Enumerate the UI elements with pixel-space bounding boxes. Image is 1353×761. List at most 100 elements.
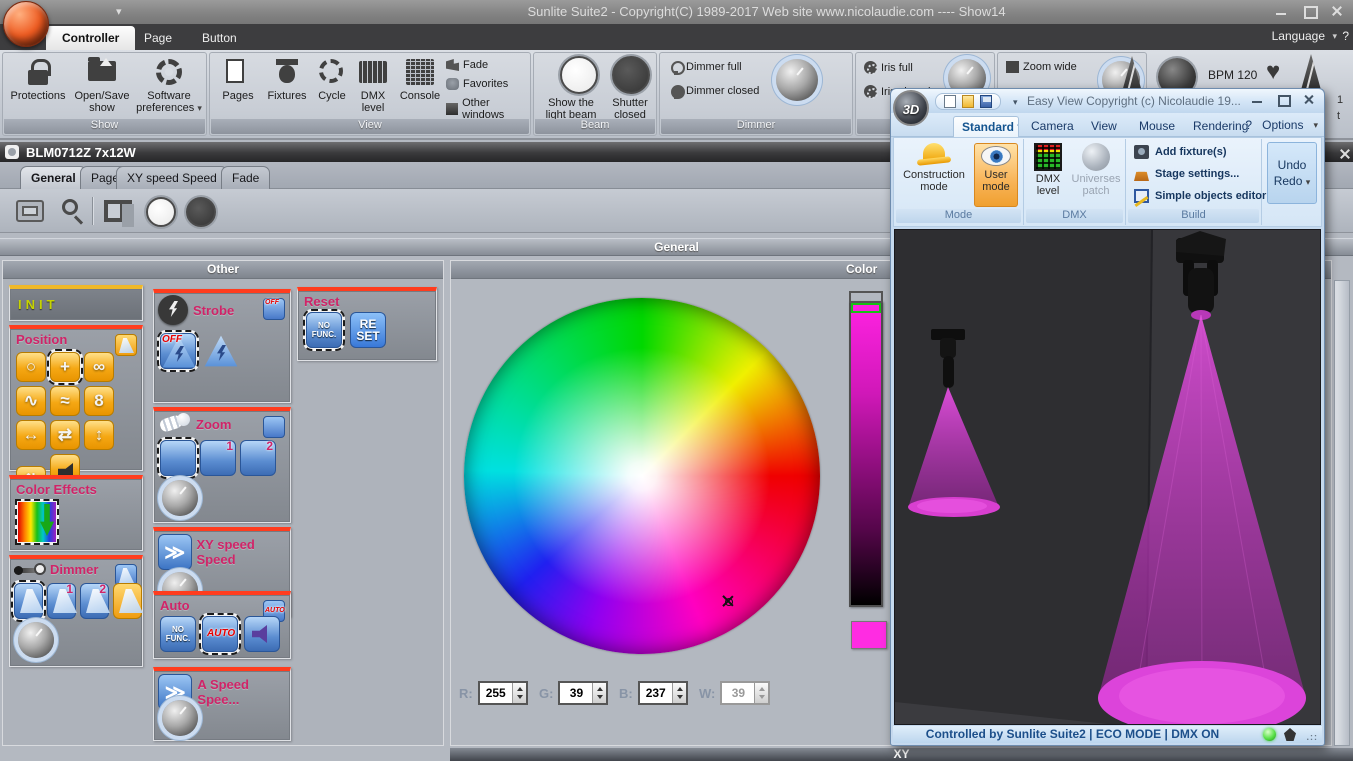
stage-settings-button[interactable]: Stage settings... [1134,167,1239,181]
auto-no-func-button[interactable]: NO FUNC. [160,616,196,652]
reset-no-func-button[interactable]: NO FUNC. [303,309,345,351]
strobe-on-button[interactable] [204,335,238,367]
open-folder-icon[interactable] [962,95,974,108]
zoom-section-knob[interactable] [162,480,198,516]
color-wheel[interactable] [464,298,820,654]
open-save-show-button[interactable]: Open/Save show [71,56,133,114]
show-light-beam-button[interactable] [560,56,598,94]
red-stepper[interactable] [511,683,526,703]
resize-grip[interactable]: .:: [1307,729,1319,745]
ev-dmx-level-button[interactable]: DMX level [1028,143,1068,197]
fixtures-button[interactable]: Fixtures [262,56,312,102]
fade-button[interactable]: Fade [446,59,488,71]
ev-tab-camera[interactable]: Camera [1023,116,1082,137]
dimmer-full-button[interactable]: Dimmer full [670,61,742,75]
dimmer-closed-button[interactable]: Dimmer closed [670,85,759,99]
cycle-button[interactable]: Cycle [312,56,352,102]
shutter-closed-button[interactable] [612,56,650,94]
software-preferences-button[interactable]: Software preferences ▾ [135,56,203,114]
help-button[interactable]: ? [1342,29,1349,43]
easy-view-titlebar[interactable]: ▾ Easy View Copyright (c) Nicolaudie 19.… [891,89,1324,113]
green-input[interactable] [560,683,593,703]
auto-audio-button[interactable] [244,616,280,652]
color-wheel-marker[interactable] [722,595,734,607]
position-pattern-wave-button[interactable]: ≈ [50,386,80,416]
pulse-heart-icon[interactable]: ♥ [1266,58,1280,86]
position-pattern-curve-button[interactable]: ∿ [16,386,46,416]
zoom-corner-icon[interactable] [263,416,285,438]
undo-button[interactable]: Undo [1268,157,1316,173]
position-pattern-tilt-button[interactable]: ↕ [84,420,114,450]
position-pattern-circle-button[interactable]: ○ [16,352,46,382]
iris-full-button[interactable]: Iris full [864,61,913,75]
dimmer-1-button[interactable]: 1 [47,582,77,619]
position-pattern-rings-button[interactable]: ∞ [84,352,114,382]
tab-controller[interactable]: Controller [46,26,136,50]
position-pattern-eight-button[interactable]: 8 [84,386,114,416]
ev-tab-view[interactable]: View [1083,116,1125,137]
window-view-button[interactable] [16,200,44,222]
easy-view-close-button[interactable] [1300,93,1318,107]
stage-3d-viewport[interactable] [894,229,1321,725]
fixture-tab-xy-speed[interactable]: XY speed Speed [116,166,228,189]
ev-tab-standard[interactable]: Standard t [953,116,1019,137]
dimmer-2-button[interactable]: 2 [80,582,110,619]
position-corner-icon[interactable] [115,334,137,356]
strobe-off-button[interactable]: OFF [157,330,199,372]
close-button[interactable] [1325,3,1349,19]
blue-input[interactable] [639,683,672,703]
add-fixtures-button[interactable]: Add fixture(s) [1134,145,1227,159]
other-windows-button[interactable]: Other windows [446,97,530,121]
tab-page[interactable]: Page [128,26,188,50]
brightness-slider-handle[interactable] [849,291,883,303]
reset-button[interactable]: RE SET [350,312,386,348]
green-stepper[interactable] [592,683,607,703]
a-speed-knob[interactable] [162,700,198,736]
sunlite-logo-icon[interactable] [3,1,49,47]
zoom-wide-button[interactable]: Zoom wide [1006,61,1077,73]
minimize-button[interactable] [1269,3,1293,19]
brightness-slider[interactable] [849,291,883,607]
dmx-level-button[interactable]: DMX level [352,56,394,114]
tab-button[interactable]: Button [186,26,253,50]
zoom-preset-2-button[interactable]: 2 [240,439,276,476]
strobe-corner-icon[interactable]: OFF [263,298,285,320]
layout-button[interactable] [104,200,132,222]
zoom-preset-1-button[interactable]: 1 [200,439,236,476]
dimmer-dots-button[interactable] [113,583,143,619]
dimmer-on-button[interactable] [11,580,46,622]
color-panel-scrollbar[interactable] [1334,280,1350,746]
blue-stepper[interactable] [671,683,686,703]
init-section[interactable]: INIT [9,285,143,321]
auto-on-button[interactable]: AUTO [199,613,241,655]
user-mode-button[interactable]: User mode [974,143,1018,207]
fixture-window-close-icon[interactable] [1333,146,1347,158]
position-pattern-pan2-button[interactable]: ⇄ [50,420,80,450]
ev-help-button[interactable]: ? [1245,118,1252,132]
new-document-icon[interactable] [944,95,956,108]
redo-button[interactable]: Redo ▾ [1268,173,1316,190]
quick-access-caret-icon[interactable]: ▾ [116,5,122,18]
restore-button[interactable] [1297,3,1321,19]
color-effects-gradient-button[interactable] [15,499,59,545]
favorites-button[interactable]: Favorites [446,78,508,90]
search-icon[interactable] [62,199,78,215]
fixture-tab-general[interactable]: General [20,166,87,189]
dimmer-section-knob[interactable] [18,622,54,658]
save-icon[interactable] [980,95,992,108]
simple-objects-editor-button[interactable]: Simple objects editor [1134,189,1266,203]
protections-button[interactable]: Protections [7,56,69,102]
beam-open-button[interactable] [146,197,176,227]
dimmer-knob[interactable] [776,59,818,101]
language-menu[interactable]: Language [1272,29,1325,43]
beam-closed-button[interactable] [186,197,216,227]
language-caret-icon[interactable]: ▾ [1332,31,1337,42]
zoom-preset-button[interactable] [157,437,199,479]
console-button[interactable]: Console [394,56,446,102]
easy-view-minimize-button[interactable] [1248,93,1266,107]
ev-options-menu[interactable]: Options [1262,118,1303,132]
pages-button[interactable]: Pages [216,55,260,102]
position-pattern-center-button[interactable]: + [47,349,83,385]
init-button[interactable]: INIT [10,289,142,312]
options-caret-icon[interactable]: ▾ [1313,120,1318,131]
